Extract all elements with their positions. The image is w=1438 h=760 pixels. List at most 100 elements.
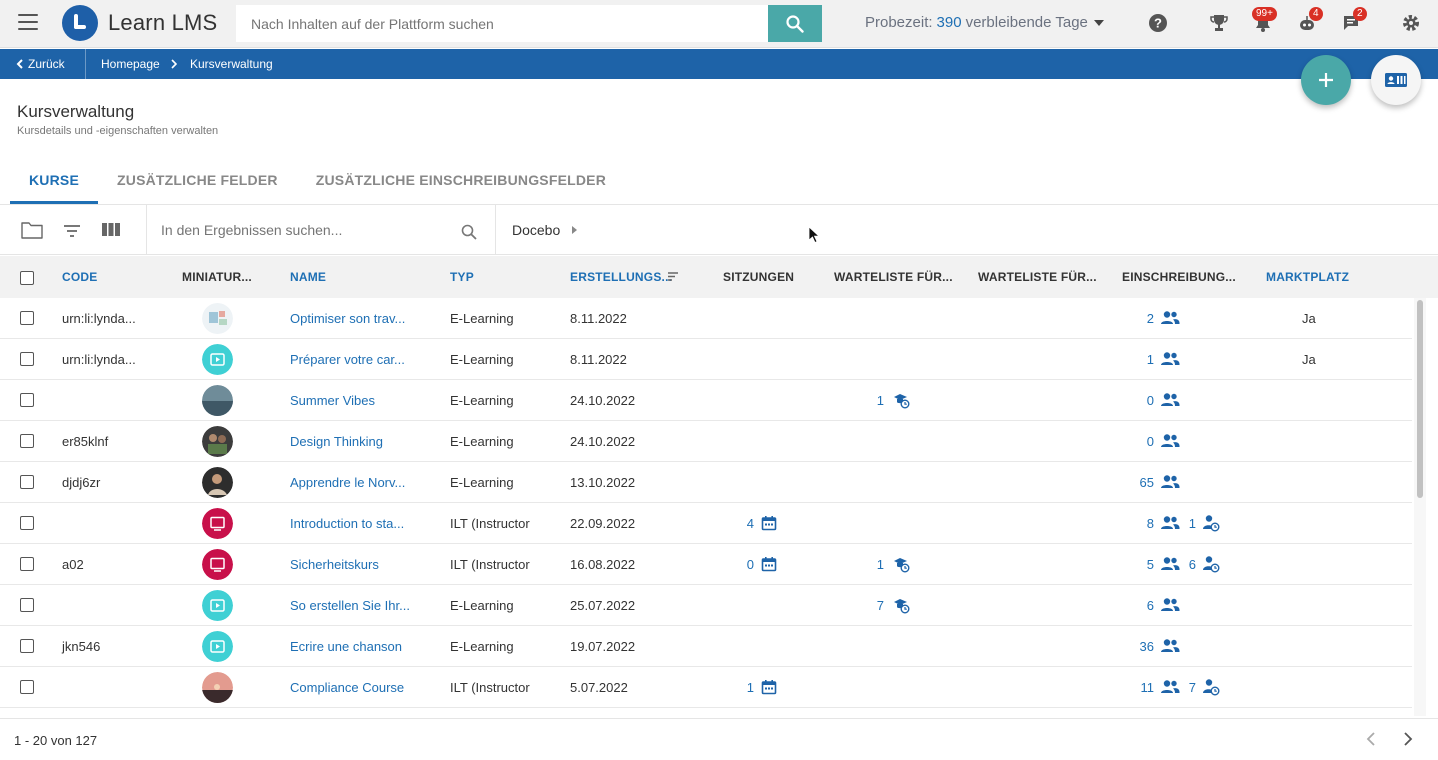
col-code[interactable]: CODE xyxy=(62,270,97,284)
users-icon[interactable] xyxy=(1160,515,1180,533)
col-thumbnail[interactable]: MINIATUR... xyxy=(182,270,252,284)
table-row[interactable]: a02 Sicherheitskurs ILT (Instructor 16.08.2… xyxy=(0,544,1412,585)
enrolled-count[interactable]: 11 xyxy=(1124,680,1155,695)
table-row[interactable]: Summer Vibes E-Learning 24.10.2022 1 0 xyxy=(0,380,1412,421)
row-checkbox[interactable] xyxy=(20,475,34,489)
sessions-count[interactable]: 4 xyxy=(740,516,754,531)
waitlist-count[interactable]: 1 xyxy=(870,393,884,408)
pending-user-icon[interactable] xyxy=(1202,678,1222,696)
table-row[interactable]: urn:li:lynda... Optimiser son trav... E-Le… xyxy=(0,298,1412,339)
breadcrumb-home[interactable]: Homepage xyxy=(101,57,160,71)
results-search-input[interactable] xyxy=(147,205,495,255)
pending-user-icon[interactable] xyxy=(1202,555,1222,573)
chevron-left-icon[interactable] xyxy=(1362,730,1380,748)
tab-zusaetzliche-einschreibungsfelder[interactable]: ZUSÄTZLICHE EINSCHREIBUNGSFELDER xyxy=(297,165,625,204)
course-name-link[interactable]: Summer Vibes xyxy=(290,393,375,408)
users-icon[interactable] xyxy=(1160,638,1180,656)
gear-icon[interactable] xyxy=(1400,12,1422,34)
col-marketplace[interactable]: MARKTPLATZ xyxy=(1266,270,1349,284)
col-name[interactable]: NAME xyxy=(290,270,326,284)
col-created[interactable]: ERSTELLUNGS... xyxy=(570,270,672,284)
col-enrollments[interactable]: EINSCHREIBUNG... xyxy=(1122,270,1236,284)
chevron-right-icon[interactable] xyxy=(1399,730,1417,748)
users-icon[interactable] xyxy=(1160,556,1180,574)
course-name-link[interactable]: Optimiser son trav... xyxy=(290,311,405,326)
row-checkbox[interactable] xyxy=(20,434,34,448)
tab-kurse[interactable]: KURSE xyxy=(10,165,99,204)
row-checkbox[interactable] xyxy=(20,680,34,694)
col-type[interactable]: TYP xyxy=(450,270,474,284)
sessions-count[interactable]: 1 xyxy=(740,680,754,695)
users-icon[interactable] xyxy=(1160,310,1180,328)
row-checkbox[interactable] xyxy=(20,557,34,571)
course-name-link[interactable]: Ecrire une chanson xyxy=(290,639,402,654)
table-row[interactable]: djdj6zr Apprendre le Norv... E-Learning 13.… xyxy=(0,462,1412,503)
table-row[interactable]: jkn546 Ecrire une chanson E-Learning 19.07.… xyxy=(0,626,1412,667)
enrolled-count[interactable]: 5 xyxy=(1124,557,1154,572)
calendar-icon[interactable] xyxy=(761,679,781,697)
back-link[interactable]: Zurück xyxy=(16,57,65,71)
columns-icon[interactable] xyxy=(101,219,125,241)
search-icon[interactable] xyxy=(461,224,477,240)
search-button[interactable] xyxy=(768,5,822,42)
pending-count[interactable]: 6 xyxy=(1184,557,1196,572)
folder-icon[interactable] xyxy=(20,219,44,241)
app-logo[interactable]: Learn LMS xyxy=(62,5,217,41)
waitlist-icon[interactable] xyxy=(892,596,912,614)
folder-breadcrumb[interactable]: Docebo xyxy=(512,222,578,238)
filter-icon[interactable] xyxy=(62,219,86,241)
users-icon[interactable] xyxy=(1160,597,1180,615)
sessions-count[interactable]: 0 xyxy=(740,557,754,572)
pending-count[interactable]: 1 xyxy=(1184,516,1196,531)
trial-dropdown[interactable]: Probezeit: 390 verbleibende Tage xyxy=(865,14,1104,31)
row-checkbox[interactable] xyxy=(20,639,34,653)
users-icon[interactable] xyxy=(1160,679,1180,697)
users-icon[interactable] xyxy=(1160,351,1180,369)
row-checkbox[interactable] xyxy=(20,598,34,612)
users-icon[interactable] xyxy=(1160,392,1180,410)
tab-zusaetzliche-felder[interactable]: ZUSÄTZLICHE FELDER xyxy=(98,165,297,204)
course-name-link[interactable]: Sicherheitskurs xyxy=(290,557,379,572)
waitlist-count[interactable]: 1 xyxy=(870,557,884,572)
add-course-button[interactable] xyxy=(1301,55,1351,105)
table-row[interactable]: er85klnf Design Thinking E-Learning 24.10.2… xyxy=(0,421,1412,462)
scrollbar-thumb[interactable] xyxy=(1417,300,1423,498)
course-name-link[interactable]: Introduction to sta... xyxy=(290,516,404,531)
col-sessions[interactable]: SITZUNGEN xyxy=(723,270,794,284)
enrolled-count[interactable]: 0 xyxy=(1124,393,1154,408)
catalog-view-button[interactable] xyxy=(1371,55,1421,105)
waitlist-icon[interactable] xyxy=(892,391,912,409)
calendar-icon[interactable] xyxy=(761,556,781,574)
enrolled-count[interactable]: 36 xyxy=(1124,639,1154,654)
table-row[interactable]: urn:li:lynda... Préparer votre car... E-Le… xyxy=(0,339,1412,380)
table-row[interactable]: Introduction to sta... ILT (Instructor 22.… xyxy=(0,503,1412,544)
global-search-input[interactable] xyxy=(236,5,768,42)
table-row[interactable]: So erstellen Sie Ihr... E-Learning 25.07.2… xyxy=(0,585,1412,626)
course-name-link[interactable]: Apprendre le Norv... xyxy=(290,475,405,490)
enrolled-count[interactable]: 65 xyxy=(1124,475,1154,490)
enrolled-count[interactable]: 8 xyxy=(1124,516,1154,531)
row-checkbox[interactable] xyxy=(20,516,34,530)
course-name-link[interactable]: Préparer votre car... xyxy=(290,352,405,367)
col-waitlist-1[interactable]: WARTELISTE FÜR... xyxy=(834,270,953,284)
menu-icon[interactable] xyxy=(18,14,38,32)
waitlist-count[interactable]: 7 xyxy=(870,598,884,613)
course-name-link[interactable]: So erstellen Sie Ihr... xyxy=(290,598,410,613)
pending-count[interactable]: 7 xyxy=(1184,680,1196,695)
row-checkbox[interactable] xyxy=(20,393,34,407)
course-name-link[interactable]: Compliance Course xyxy=(290,680,404,695)
row-checkbox[interactable] xyxy=(20,311,34,325)
enrolled-count[interactable]: 2 xyxy=(1124,311,1154,326)
users-icon[interactable] xyxy=(1160,474,1180,492)
vertical-scrollbar[interactable] xyxy=(1414,298,1426,716)
help-icon[interactable]: ? xyxy=(1147,12,1169,34)
course-name-link[interactable]: Design Thinking xyxy=(290,434,383,449)
enrolled-count[interactable]: 0 xyxy=(1124,434,1154,449)
table-row[interactable]: Compliance Course ILT (Instructor 5.07.202… xyxy=(0,667,1412,708)
enrolled-count[interactable]: 6 xyxy=(1124,598,1154,613)
col-waitlist-2[interactable]: WARTELISTE FÜR... xyxy=(978,270,1097,284)
sort-icon[interactable] xyxy=(667,271,679,282)
row-checkbox[interactable] xyxy=(20,352,34,366)
trophy-icon[interactable] xyxy=(1208,12,1230,34)
select-all-checkbox[interactable] xyxy=(20,271,34,285)
